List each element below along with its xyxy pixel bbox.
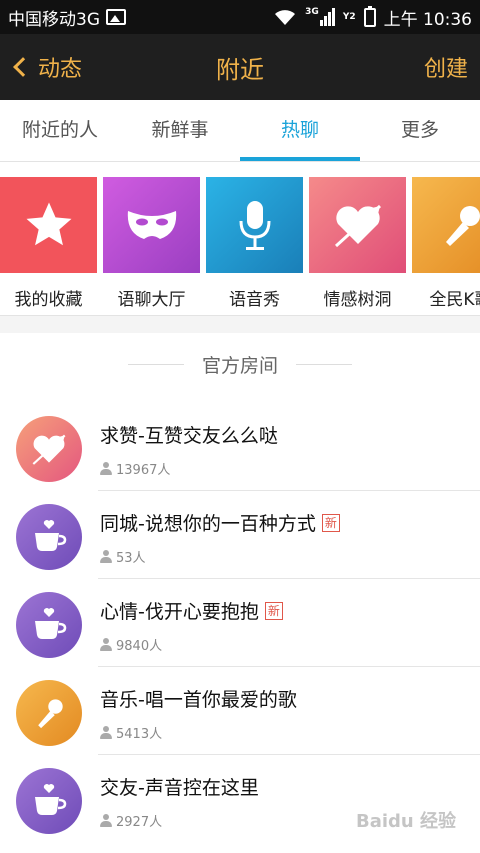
tab-bar: 附近的人 新鲜事 热聊 更多 [0,100,480,162]
person-icon [100,726,112,739]
room-name: 心情-伐开心要抱抱 新 [100,597,283,624]
create-button[interactable]: 创建 [424,51,468,83]
heart-arrow-icon [334,204,381,248]
tab-news[interactable]: 新鲜事 [120,100,240,161]
room-member-count: 5413人 [100,723,162,742]
room-avatar [16,768,82,834]
coffee-cup-icon [35,784,67,815]
carrier-info: 中国移动3G [8,5,126,30]
battery-icon [363,5,376,27]
category-tile [206,177,303,273]
person-icon [100,638,112,651]
wifi-icon [275,10,296,25]
room-member-count: 2927人 [100,811,162,830]
carrier-name: 中国移动3G [8,9,100,30]
sim2-indicator: Y2 [342,11,356,22]
tab-nearby-people[interactable]: 附近的人 [0,100,120,161]
category-voice-hall[interactable]: 语聊大厅 [103,177,200,310]
category-label: 语音秀 [229,290,280,310]
signal-icon: 3G [305,8,335,26]
coffee-cup-icon [35,520,67,551]
room-avatar [16,504,82,570]
category-label: 我的收藏 [14,290,83,310]
section-title: 官方房间 [201,355,278,377]
room-item[interactable]: 同城-说想你的一百种方式 新 53人 [0,491,480,579]
person-icon [100,814,112,827]
coffee-cup-icon [35,608,67,639]
category-karaoke[interactable]: 全民K歌 [412,177,480,310]
new-badge: 新 [321,513,340,532]
tab-more[interactable]: 更多 [360,100,480,161]
category-label: 情感树洞 [323,290,392,310]
room-avatar [16,680,82,746]
karaoke-mic-icon [445,206,480,246]
status-right: 3G Y2 上午 10:36 [273,5,472,30]
clock: 上午 10:36 [383,9,472,30]
category-strip: 我的收藏 语聊大厅 语音秀 情感树洞 全民K [0,162,480,316]
person-icon [100,550,112,563]
category-voice-show[interactable]: 语音秀 [206,177,303,310]
star-icon [26,202,71,246]
room-member-count: 13967人 [100,459,170,478]
room-avatar [16,416,82,482]
chevron-left-icon [13,57,33,77]
category-label: 语聊大厅 [117,290,186,310]
title-bar: 动态 附近 创建 [0,34,480,100]
status-bar: 中国移动3G 3G Y2 上午 10:36 [0,0,480,34]
official-rooms-section: 官方房间 求赞-互赞交友么么哒 13967人 同城-说想你的一百种方式 新 53… [0,333,480,853]
room-name: 求赞-互赞交友么么哒 [100,425,278,447]
room-member-count: 53人 [100,547,146,566]
category-tile [0,177,97,273]
back-button[interactable]: 动态 [10,34,82,100]
category-tile [103,177,200,273]
heart-arrow-icon [32,434,66,465]
microphone-icon [38,699,63,729]
microphone-icon [239,201,270,250]
room-member-count: 9840人 [100,635,162,654]
back-label: 动态 [38,57,83,82]
person-icon [100,462,112,475]
watermark: Baidu 经验 [355,811,456,832]
room-name: 同城-说想你的一百种方式 新 [100,509,340,536]
room-item[interactable]: 心情-伐开心要抱抱 新 9840人 [0,579,480,667]
category-label: 全民K歌 [429,290,480,310]
new-badge: 新 [264,601,283,620]
room-item[interactable]: 求赞-互赞交友么么哒 13967人 [0,403,480,491]
category-favorites[interactable]: 我的收藏 [0,177,97,310]
category-tile [412,177,480,273]
room-name: 交友-声音控在这里 [100,777,259,799]
room-name: 音乐-唱一首你最爱的歌 [100,689,297,711]
divider [296,364,352,365]
image-notification-icon [106,9,126,25]
room-item[interactable]: 音乐-唱一首你最爱的歌 5413人 [0,667,480,755]
category-emotion-hole[interactable]: 情感树洞 [309,177,406,310]
category-tile [309,177,406,273]
room-avatar [16,592,82,658]
tab-hot-chat[interactable]: 热聊 [240,100,360,161]
mask-icon [127,211,176,239]
